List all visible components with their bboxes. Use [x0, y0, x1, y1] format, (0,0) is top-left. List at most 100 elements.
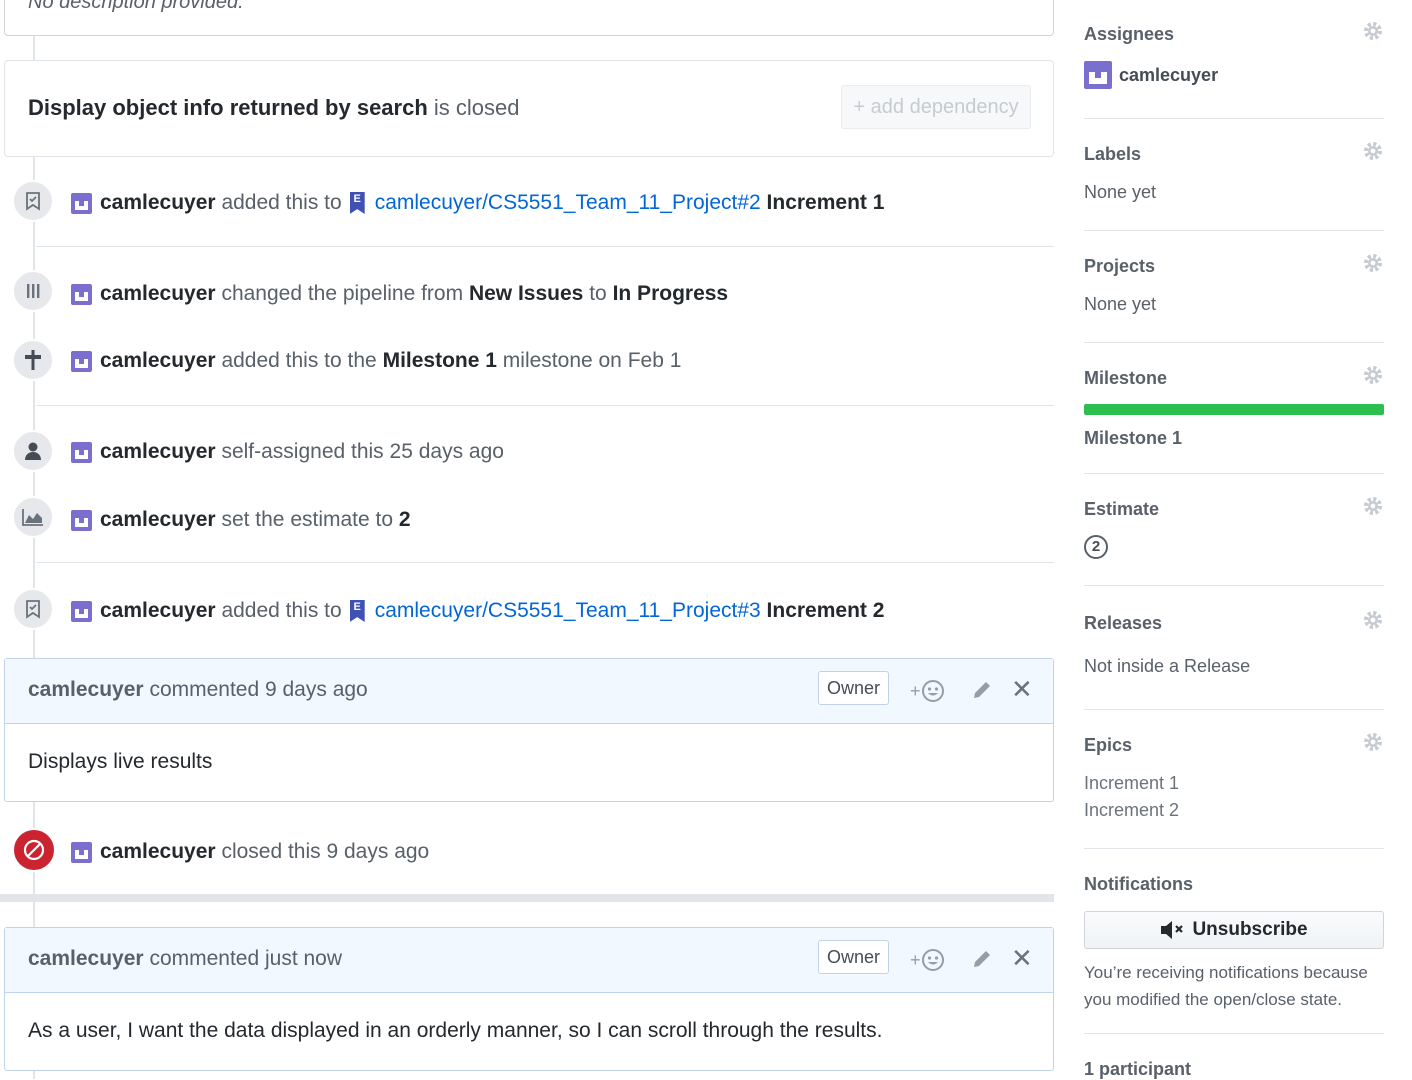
comment-body: Displays live results: [28, 750, 213, 773]
event-user[interactable]: camlecuyer: [100, 282, 216, 306]
timeline-event: camlecuyer set the estimate to 2: [0, 494, 1054, 554]
projects-heading[interactable]: Projects: [1084, 256, 1384, 277]
labels-heading[interactable]: Labels: [1084, 144, 1384, 165]
dependency-status: closed: [455, 95, 520, 120]
dependency-issue-name[interactable]: Display object info returned by search: [28, 95, 428, 120]
labels-section: Labels None yet: [1084, 142, 1384, 203]
event-user[interactable]: camlecuyer: [100, 191, 216, 215]
epics-section: Epics Increment 1 Increment 2: [1084, 733, 1384, 821]
add-reaction-button[interactable]: +: [910, 948, 945, 972]
divider: [1084, 118, 1384, 119]
divider: [1084, 342, 1384, 343]
event-user[interactable]: camlecuyer: [100, 440, 216, 464]
comment-timestamp[interactable]: commented just now: [149, 947, 342, 970]
epic-flag-icon: [12, 588, 54, 630]
notifications-reason-line: you modified the open/close state.: [1084, 990, 1342, 1009]
gear-icon[interactable]: [1362, 252, 1384, 279]
notifications-heading: Notifications: [1084, 874, 1194, 894]
participants-heading: 1 participant: [1084, 1059, 1192, 1079]
avatar[interactable]: [71, 283, 92, 305]
estimate-graph-icon: [12, 496, 54, 538]
gear-icon[interactable]: [1362, 731, 1384, 758]
timeline-event: camlecuyer self-assigned this 25 days ag…: [0, 426, 1054, 486]
assignee[interactable]: camlecuyer: [1084, 61, 1384, 89]
labels-value: None yet: [1084, 182, 1157, 202]
event-user[interactable]: camlecuyer: [100, 840, 216, 864]
avatar[interactable]: [71, 600, 92, 622]
dependency-title: Display object info returned by search i…: [28, 95, 520, 121]
epic-name[interactable]: Increment 1: [767, 191, 885, 215]
gear-icon[interactable]: [1362, 20, 1384, 47]
milestone-icon: [12, 339, 54, 381]
comment-header: camlecuyer commented 9 days ago Owner + …: [5, 659, 1053, 724]
epics-heading[interactable]: Epics: [1084, 735, 1384, 756]
comment-author[interactable]: camlecuyer: [28, 678, 144, 701]
epic-link[interactable]: camlecuyer/CS5551_Team_11_Project#3: [375, 599, 761, 623]
avatar[interactable]: [71, 192, 92, 214]
assignees-section: Assignees camlecuyer: [1084, 22, 1384, 89]
divider: [1084, 1033, 1384, 1034]
milestone-heading[interactable]: Milestone: [1084, 368, 1384, 389]
event-user[interactable]: camlecuyer: [100, 508, 216, 532]
pipeline-to: In Progress: [612, 282, 729, 305]
event-text: added this to the: [221, 349, 377, 372]
gear-icon[interactable]: [1362, 364, 1384, 391]
estimate-row: 2: [1084, 535, 1384, 559]
comment-timestamp[interactable]: commented 9 days ago: [149, 678, 367, 701]
unsubscribe-button[interactable]: Unsubscribe: [1084, 911, 1384, 949]
comment-author[interactable]: camlecuyer: [28, 947, 144, 970]
edit-pencil-icon[interactable]: [971, 679, 993, 707]
epic-item[interactable]: Increment 1: [1084, 773, 1384, 794]
plus-label: +: [910, 949, 921, 970]
timeline-event: camlecuyer added this to E camlecuyer/CS…: [0, 585, 1054, 645]
estimate-badge[interactable]: 2: [1084, 535, 1108, 559]
avatar[interactable]: [1084, 61, 1112, 89]
notifications-reason-line: You’re receiving notifications because: [1084, 963, 1368, 982]
notifications-section: Notifications: [1084, 874, 1384, 895]
add-dependency-button[interactable]: + add dependency: [841, 85, 1031, 129]
epic-name[interactable]: Increment 2: [767, 599, 885, 623]
estimate-heading[interactable]: Estimate: [1084, 499, 1384, 520]
milestone-progress-fill: [1084, 404, 1384, 415]
avatar[interactable]: [71, 509, 92, 531]
epic-icon: E: [349, 192, 365, 214]
smiley-icon: [921, 949, 944, 971]
person-icon: [12, 430, 54, 472]
epic-link[interactable]: camlecuyer/CS5551_Team_11_Project#2: [375, 191, 761, 215]
milestone-name[interactable]: Milestone 1: [383, 349, 497, 373]
close-icon[interactable]: ✕: [1011, 943, 1033, 974]
assignee-name[interactable]: camlecuyer: [1119, 65, 1218, 86]
edit-pencil-icon[interactable]: [971, 948, 993, 976]
avatar[interactable]: [71, 441, 92, 463]
epic-flag-icon: [12, 180, 54, 222]
close-icon[interactable]: ✕: [1011, 674, 1033, 705]
releases-heading[interactable]: Releases: [1084, 613, 1384, 634]
timeline-event: camlecuyer closed this 9 days ago: [0, 826, 1054, 886]
comment-author-line: camlecuyer commented just now: [28, 947, 342, 971]
add-reaction-button[interactable]: +: [910, 679, 945, 703]
releases-section: Releases Not inside a Release: [1084, 611, 1384, 677]
issue-description: No description provided.: [28, 0, 244, 13]
comment: camlecuyer commented 9 days ago Owner + …: [4, 658, 1054, 802]
gear-icon[interactable]: [1362, 495, 1384, 522]
gear-icon[interactable]: [1362, 609, 1384, 636]
owner-badge: Owner: [818, 671, 890, 705]
avatar[interactable]: [71, 841, 92, 863]
epic-icon: E: [349, 600, 365, 622]
assignees-heading[interactable]: Assignees: [1084, 24, 1384, 45]
projects-value: None yet: [1084, 294, 1157, 314]
estimate-value: 2: [398, 508, 411, 531]
unsubscribe-label: Unsubscribe: [1192, 919, 1308, 940]
milestone-name[interactable]: Milestone 1: [1084, 428, 1384, 449]
timeline-event: camlecuyer added this to the Milestone 1…: [0, 335, 1054, 395]
comment-body: As a user, I want the data displayed in …: [28, 1019, 883, 1042]
divider: [1084, 848, 1384, 849]
epic-item[interactable]: Increment 2: [1084, 800, 1384, 821]
divider: [1084, 709, 1384, 710]
divider: [36, 246, 1054, 247]
event-user[interactable]: camlecuyer: [100, 599, 216, 623]
issue-description-box: No description provided.: [4, 0, 1054, 36]
event-user[interactable]: camlecuyer: [100, 349, 216, 373]
avatar[interactable]: [71, 350, 92, 372]
gear-icon[interactable]: [1362, 140, 1384, 167]
